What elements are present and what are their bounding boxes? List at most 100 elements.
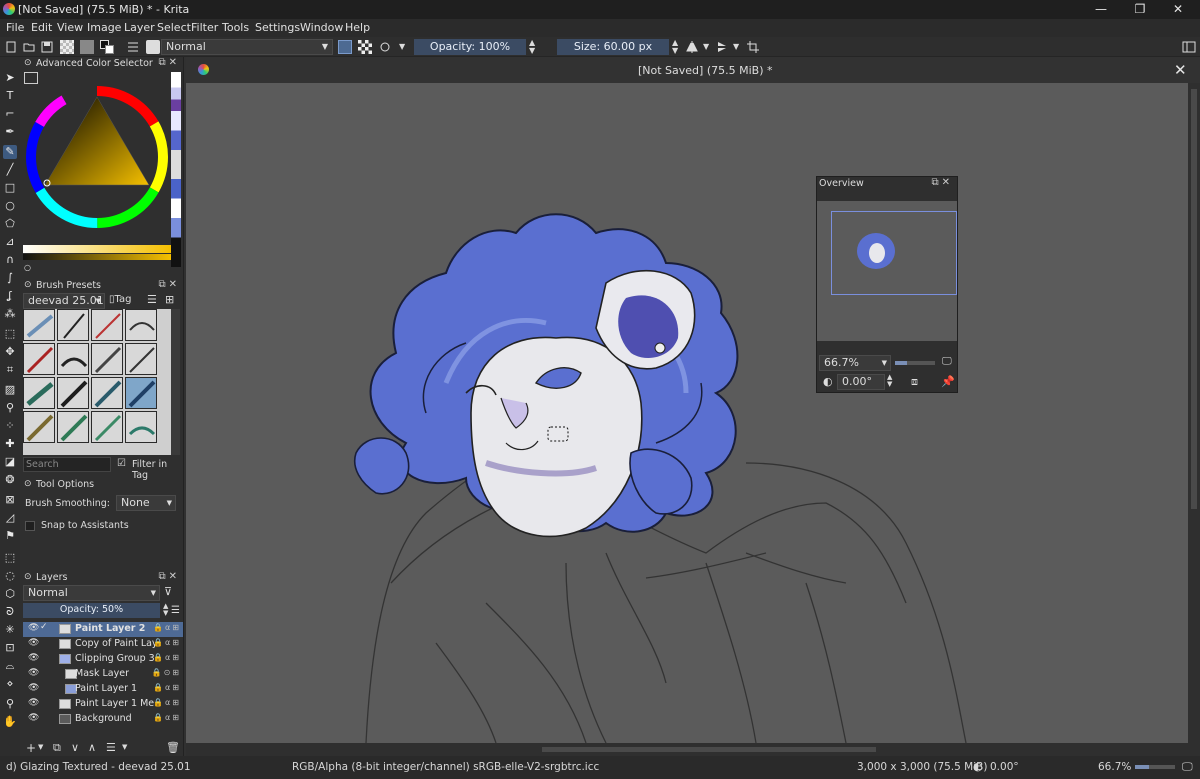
layer-lock-alpha-icons[interactable]: 🔒α⊞ [153, 683, 181, 692]
measure-tool-icon[interactable]: ◿ [3, 511, 17, 525]
brush-preset-cell[interactable] [57, 411, 89, 443]
lock-icon[interactable]: ⊙ [24, 572, 32, 582]
brush-preset-cell-selected[interactable] [125, 377, 157, 409]
docker-float-close-icon[interactable]: ⧉✕ [158, 57, 180, 68]
snap-to-assistants-checkbox[interactable] [25, 521, 35, 531]
opacity-slider[interactable]: Opacity: 100% [414, 39, 526, 55]
chevron-down-icon[interactable]: ▼ [122, 743, 127, 751]
color-history-strip[interactable] [171, 72, 181, 267]
layer-lock-alpha-icons[interactable]: 🔒α⊞ [153, 653, 181, 662]
fit-to-view-icon[interactable]: 🖵 [942, 356, 952, 367]
reload-preset-icon[interactable] [378, 40, 392, 54]
brush-preset-bundle-dropdown[interactable]: deevad 25.01 ▼ [23, 293, 105, 309]
docker-float-close-icon[interactable]: ⧉✕ [158, 571, 180, 582]
brush-preset-cell[interactable] [23, 309, 55, 341]
layer-row[interactable]: 👁 Copy of Paint Lay...🔒α⊞ [23, 637, 183, 652]
mirror-horizontal-icon[interactable] [685, 40, 699, 54]
polyline-tool-icon[interactable]: ⊿ [3, 235, 17, 249]
layer-row[interactable]: 👁 ✓ Paint Layer 2 🔒α⊞ [23, 622, 183, 637]
move-tool-icon[interactable]: ✥ [3, 345, 17, 359]
freehand-brush-tool-icon[interactable]: ✎ [3, 145, 17, 159]
panel-layout-icon[interactable] [1182, 40, 1196, 54]
freehand-path-tool-icon[interactable]: ∫ [3, 271, 17, 285]
spin-arrows-icon[interactable]: ▲ ▼ [672, 39, 678, 55]
rotation-dial-icon[interactable]: ◐ [823, 375, 833, 388]
move-layer-down-icon[interactable]: ∨ [71, 741, 79, 754]
gradient-tool-icon[interactable]: ▨ [3, 383, 17, 397]
pan-tool-icon[interactable]: ✋ [3, 715, 17, 729]
delete-layer-icon[interactable]: 🗑 [166, 741, 180, 754]
drawing-canvas[interactable] [186, 83, 1188, 743]
preserve-alpha-icon[interactable] [358, 40, 372, 54]
layer-options-icon[interactable]: ☰ [171, 605, 180, 616]
close-document-button[interactable]: ✕ [1174, 61, 1187, 79]
hamburger-menu-icon[interactable]: ☰ [147, 293, 157, 306]
line-tool-icon[interactable]: ╱ [3, 163, 17, 177]
color-wheel[interactable] [23, 83, 171, 231]
close-window-button[interactable]: ✕ [1163, 0, 1193, 19]
visibility-eye-icon[interactable]: 👁 [28, 623, 39, 633]
overview-rotation-field[interactable]: 0.00° [837, 374, 885, 390]
brush-preset-cell[interactable] [23, 343, 55, 375]
magnetic-selection-tool-icon[interactable]: ⋄ [3, 677, 17, 691]
layer-row[interactable]: 👁 Clipping Group 3 🔒α⊞ [23, 652, 183, 667]
size-slider[interactable]: Size: 60.00 px [557, 39, 669, 55]
fit-to-screen-icon[interactable]: 🖵 [1182, 760, 1193, 774]
brush-settings-icon[interactable] [126, 40, 140, 54]
chevron-down-icon[interactable]: ▼ [703, 42, 709, 51]
similar-color-selection-tool-icon[interactable]: ⊡ [3, 641, 17, 655]
spin-arrows-icon[interactable]: ▲ ▼ [887, 374, 892, 388]
visibility-eye-icon[interactable]: 👁 [28, 638, 39, 648]
value-slider[interactable] [23, 245, 171, 253]
menu-edit[interactable]: Edit [31, 21, 52, 34]
brush-preset-cell[interactable] [91, 309, 123, 341]
brush-preset-cell[interactable] [23, 377, 55, 409]
visibility-eye-icon[interactable]: 👁 [28, 683, 39, 693]
spin-arrows-icon[interactable]: ▲ ▼ [163, 603, 168, 617]
visibility-eye-icon[interactable]: 👁 [28, 653, 39, 663]
enclose-fill-tool-icon[interactable]: ❂ [3, 473, 17, 487]
open-document-icon[interactable] [22, 40, 36, 54]
overview-zoom-dropdown[interactable]: 66.7% ▼ [819, 355, 891, 371]
visibility-eye-icon[interactable]: 👁 [28, 698, 39, 708]
brush-preset-cell[interactable] [125, 343, 157, 375]
crop-tool-icon[interactable]: ⌗ [3, 363, 17, 377]
view-options-icon[interactable]: ⊞ [165, 293, 174, 306]
brush-preset-cell[interactable] [125, 309, 157, 341]
brush-preset-cell[interactable] [91, 377, 123, 409]
layer-properties-icon[interactable]: ☰ [106, 741, 116, 754]
layer-lock-alpha-icons[interactable]: 🔒⊙⊞ [152, 668, 181, 677]
menu-help[interactable]: Help [345, 21, 370, 34]
select-shapes-tool-icon[interactable]: ➤ [3, 71, 17, 85]
layer-lock-alpha-icons[interactable]: 🔒α⊞ [153, 698, 181, 707]
brush-search-input[interactable]: Search [23, 457, 111, 472]
mirror-view-icon[interactable]: ⧈ [911, 375, 918, 389]
wrap-around-icon[interactable] [746, 40, 760, 54]
gradient-swatch-icon[interactable] [60, 40, 74, 54]
vertical-scrollbar[interactable] [1188, 83, 1200, 743]
brush-smoothing-dropdown[interactable]: None ▼ [116, 495, 176, 511]
chevron-down-icon[interactable]: ▼ [399, 42, 405, 51]
brush-preset-cell[interactable] [57, 377, 89, 409]
lock-icon[interactable]: ⊙ [24, 58, 32, 68]
layer-filter-icon[interactable]: ⊽ [164, 585, 172, 598]
saturation-slider[interactable] [23, 254, 171, 260]
layer-opacity-slider[interactable]: Opacity: 50% [23, 603, 160, 618]
layer-lock-alpha-icons[interactable]: 🔒α⊞ [153, 638, 181, 647]
menu-filter[interactable]: Filter [191, 21, 218, 34]
rectangle-tool-icon[interactable]: □ [3, 181, 17, 195]
blend-mode-dropdown[interactable]: Normal ▼ [161, 39, 333, 55]
foreground-background-color-icon[interactable] [100, 40, 114, 54]
mirror-vertical-icon[interactable] [715, 40, 729, 54]
assistant-tool-icon[interactable]: ⊠ [3, 493, 17, 507]
visibility-eye-icon[interactable]: 👁 [28, 668, 39, 678]
horizontal-scrollbar[interactable] [186, 743, 1200, 756]
elliptical-selection-tool-icon[interactable]: ◌ [3, 569, 17, 583]
brush-preset-cell[interactable] [57, 343, 89, 375]
layer-row[interactable]: 👁 Paint Layer 1 🔒α⊞ [23, 682, 183, 697]
layer-blend-mode-dropdown[interactable]: Normal ▼ [23, 585, 160, 601]
new-document-icon[interactable] [4, 40, 18, 54]
visibility-eye-icon[interactable]: 👁 [28, 713, 39, 723]
docker-float-close-icon[interactable]: ⧉✕ [931, 177, 953, 188]
chevron-down-icon[interactable]: ▼ [38, 743, 43, 751]
